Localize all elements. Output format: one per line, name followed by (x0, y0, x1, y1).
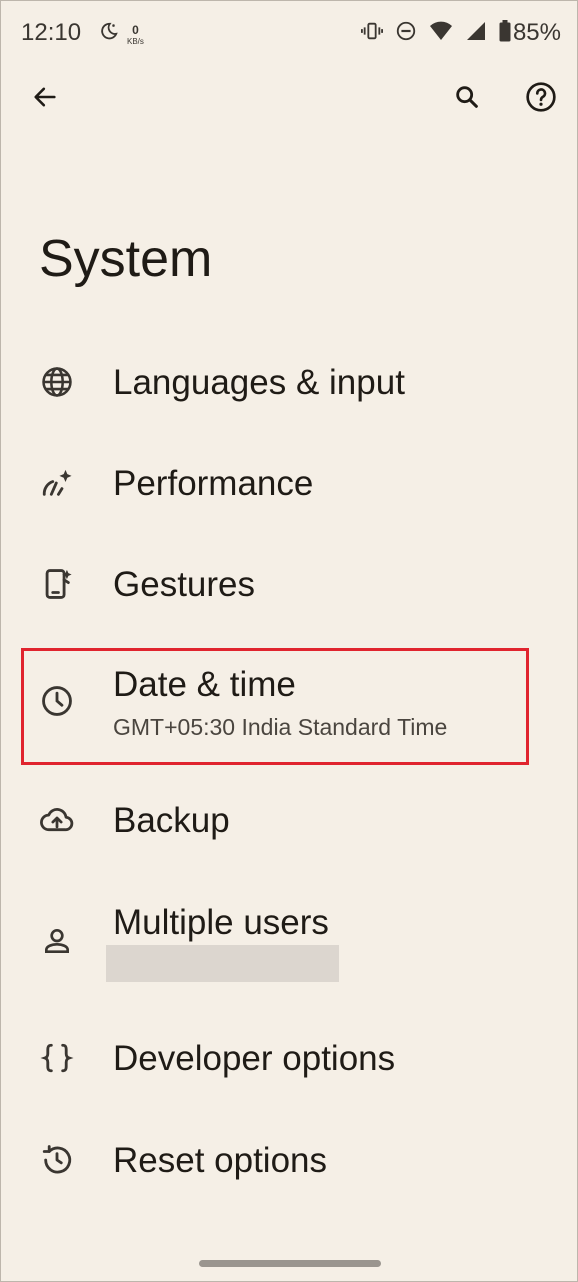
history-icon (37, 1140, 77, 1180)
help-button[interactable] (521, 79, 561, 119)
arrow-back-icon (31, 83, 59, 116)
page-title: System (39, 230, 213, 288)
battery-percent: 85% (512, 19, 561, 46)
wifi-icon (429, 20, 453, 47)
settings-item-label: Backup (113, 801, 230, 840)
status-time: 12:10 (21, 19, 82, 46)
vibrate-icon (360, 20, 383, 47)
settings-item-developer-options[interactable]: Developer options (1, 1013, 578, 1103)
cellular-signal-icon (465, 20, 487, 47)
settings-item-label: Gestures (113, 565, 255, 604)
status-left-icons: 0 KB/s (97, 21, 144, 48)
battery-icon (499, 19, 511, 47)
settings-item-performance[interactable]: Performance (1, 438, 578, 528)
braces-icon (37, 1038, 77, 1078)
globe-icon (37, 362, 77, 402)
settings-item-label: Developer options (113, 1039, 396, 1078)
moon-alarm-icon (97, 21, 119, 48)
status-bar: 12:10 0 KB/s 85% (1, 1, 578, 65)
back-button[interactable] (25, 79, 65, 119)
network-speed: 0 KB/s (127, 24, 144, 46)
settings-item-label: Multiple users (113, 903, 329, 942)
performance-icon (37, 463, 77, 503)
settings-item-backup[interactable]: Backup (1, 775, 578, 865)
net-speed-unit: KB/s (127, 36, 144, 46)
battery-indicator: 85% (499, 19, 561, 47)
person-icon (37, 921, 77, 961)
cloud-upload-icon (37, 800, 77, 840)
settings-item-label: Reset options (113, 1141, 328, 1180)
gestures-icon (37, 564, 77, 604)
screen: 12:10 0 KB/s 85% System Languages & inpu… (0, 0, 578, 1282)
settings-item-reset-options[interactable]: Reset options (1, 1115, 578, 1205)
status-right-icons: 85% (360, 19, 561, 47)
do-not-disturb-icon (395, 20, 417, 47)
settings-item-label: Performance (113, 464, 314, 503)
settings-item-label: Languages & input (113, 363, 405, 402)
navigation-gesture-handle[interactable] (199, 1260, 381, 1267)
search-button[interactable] (447, 79, 487, 119)
search-icon (453, 83, 481, 116)
settings-item-gestures[interactable]: Gestures (1, 539, 578, 629)
redacted-summary (106, 945, 339, 982)
settings-item-languages[interactable]: Languages & input (1, 337, 578, 427)
net-speed-value: 0 (132, 22, 139, 37)
help-icon (525, 81, 557, 118)
highlight-box (21, 648, 529, 765)
